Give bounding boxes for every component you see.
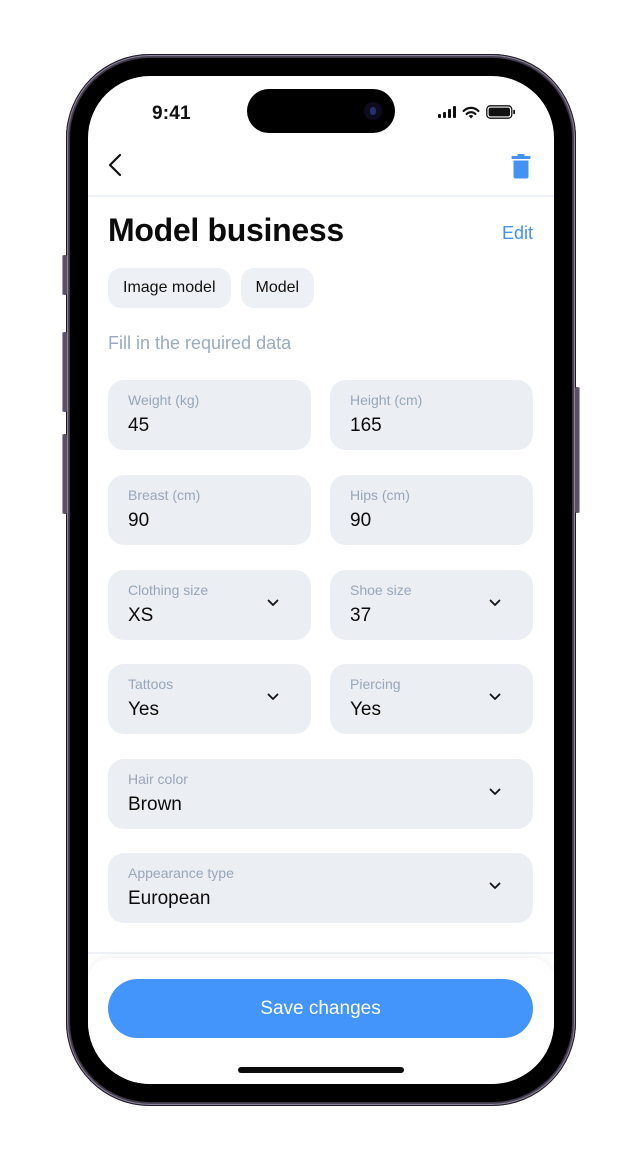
chevron-down-icon	[267, 599, 279, 606]
form-hint: Fill in the required data	[108, 333, 292, 353]
tag-chip[interactable]: Model	[240, 268, 315, 308]
field-value[interactable]: 90	[350, 510, 371, 532]
save-changes-button[interactable]: Save changes	[108, 979, 533, 1038]
field-value: Brown	[128, 794, 182, 815]
dynamic-island	[247, 89, 395, 133]
cellular-signal-icon	[438, 106, 456, 118]
field-value[interactable]: 90	[128, 510, 149, 532]
home-indicator[interactable]	[238, 1067, 404, 1073]
field-label: Breast (cm)	[128, 487, 201, 503]
height-field[interactable]: Height (cm) 165	[330, 380, 533, 450]
field-label: Height (cm)	[350, 392, 423, 408]
field-label: Weight (kg)	[128, 392, 200, 408]
delete-button[interactable]	[510, 152, 532, 180]
bottom-divider	[88, 952, 554, 954]
chevron-down-icon	[489, 788, 501, 795]
field-label: Hips (cm)	[350, 487, 410, 503]
mute-switch	[62, 255, 67, 295]
shoe-size-select[interactable]: Shoe size 37	[330, 570, 533, 640]
chevron-down-icon	[489, 693, 501, 700]
edit-button[interactable]: Edit	[502, 223, 533, 244]
weight-field[interactable]: Weight (kg) 45	[108, 380, 311, 450]
volume-down-button	[62, 434, 67, 514]
field-label: Tattoos	[128, 676, 174, 692]
chevron-down-icon	[267, 693, 279, 700]
chevron-down-icon	[489, 599, 501, 606]
tattoos-select[interactable]: Tattoos Yes	[108, 664, 311, 734]
nav-divider	[88, 195, 554, 197]
field-value: Yes	[350, 699, 381, 720]
tag-list: Image model Model	[108, 268, 315, 308]
field-label: Appearance type	[128, 865, 234, 881]
volume-up-button	[62, 332, 67, 412]
back-button[interactable]	[104, 150, 128, 180]
clothing-size-select[interactable]: Clothing size XS	[108, 570, 311, 640]
trash-icon	[511, 154, 531, 179]
field-value: Yes	[128, 699, 159, 720]
tag-chip[interactable]: Image model	[108, 268, 231, 308]
hips-field[interactable]: Hips (cm) 90	[330, 475, 533, 545]
status-time: 9:41	[152, 103, 191, 124]
field-value: European	[128, 888, 211, 909]
piercing-select[interactable]: Piercing Yes	[330, 664, 533, 734]
chevron-down-icon	[489, 882, 501, 889]
screen: 9:41 Model business Edit Image model Mod…	[88, 76, 554, 1084]
chevron-left-icon	[108, 153, 122, 177]
power-button	[575, 387, 580, 513]
wifi-icon	[462, 106, 480, 118]
field-label: Piercing	[350, 676, 401, 692]
field-value: 37	[350, 605, 372, 626]
appearance-type-select[interactable]: Appearance type European	[108, 853, 533, 923]
battery-icon	[486, 105, 515, 119]
field-value[interactable]: 45	[128, 415, 149, 437]
field-label: Shoe size	[350, 582, 412, 598]
field-label: Hair color	[128, 771, 188, 787]
hair-color-select[interactable]: Hair color Brown	[108, 759, 533, 829]
status-icons	[438, 105, 516, 119]
field-value: XS	[128, 605, 154, 626]
field-label: Clothing size	[128, 582, 209, 598]
breast-field[interactable]: Breast (cm) 90	[108, 475, 311, 545]
front-camera-icon	[364, 102, 382, 120]
page-title: Model business	[108, 212, 344, 248]
field-value[interactable]: 165	[350, 415, 382, 437]
